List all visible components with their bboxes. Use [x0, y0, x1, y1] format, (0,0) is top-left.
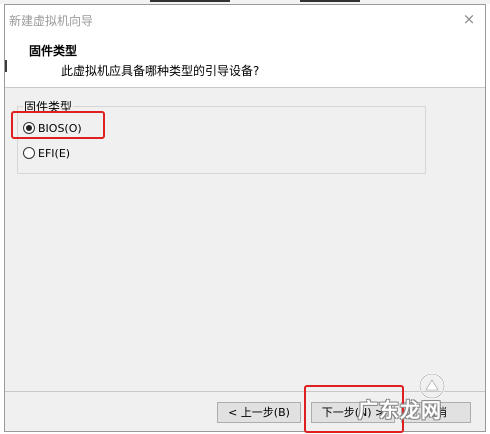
back-button[interactable]: < 上一步(B) [217, 402, 301, 423]
radio-efi-indicator[interactable] [23, 147, 35, 159]
radio-bios-label: BIOS(O) [38, 122, 82, 135]
window-title: 新建虚拟机向导 [9, 14, 94, 28]
next-button[interactable]: 下一步(N) > [311, 402, 395, 423]
page-subtitle: 此虚拟机应具备哪种类型的引导设备? [61, 64, 260, 78]
close-icon[interactable]: × [453, 5, 485, 33]
cancel-button[interactable]: 取消 [401, 402, 471, 423]
window-edge-marker [5, 60, 7, 72]
top-strip-dark [150, 0, 230, 2]
firmware-group-label: 固件类型 [23, 98, 74, 115]
page-title: 固件类型 [29, 44, 78, 58]
radio-bios[interactable]: BIOS(O) [23, 122, 82, 135]
top-strip-dark [300, 0, 360, 2]
title-bar: 新建虚拟机向导 × [5, 5, 485, 33]
radio-efi-label: EFI(E) [38, 147, 71, 160]
radio-bios-indicator[interactable] [23, 122, 35, 134]
footer-divider [5, 391, 485, 392]
wizard-header: 固件类型 此虚拟机应具备哪种类型的引导设备? [5, 33, 485, 88]
firmware-groupbox [17, 106, 426, 174]
new-vm-wizard-dialog: 新建虚拟机向导 × 固件类型 此虚拟机应具备哪种类型的引导设备? 固件类型 BI… [4, 4, 486, 432]
radio-efi[interactable]: EFI(E) [23, 147, 70, 160]
